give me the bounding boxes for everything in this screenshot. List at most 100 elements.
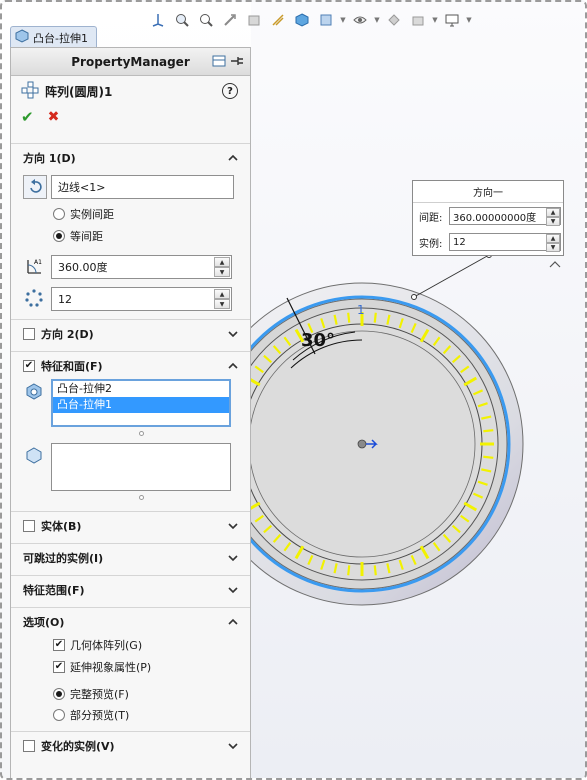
options-label: 选项(O) [23,615,65,629]
tick-mark [483,455,494,459]
geometry-pattern-option[interactable]: ✔ 几何体阵列(G) [53,637,142,653]
bodies-checkbox[interactable] [23,519,35,532]
tab-feature[interactable]: 凸台-拉伸1 [10,26,97,48]
edge-selection-field[interactable]: 边线<1> [51,175,234,199]
tick-mark [483,429,494,433]
monitor-icon[interactable] [442,10,462,30]
expand-chevron-icon[interactable] [226,327,240,341]
callout-spacing-spinner[interactable]: ▲ ▼ [546,208,560,226]
monitor-dropdown-icon[interactable]: ▼ [466,10,472,30]
equal-spacing-option[interactable]: 等间距 [53,228,103,244]
graphics-area[interactable]: 30° 1 [251,2,585,778]
skip-instances-header[interactable]: 可跳过的实例(I) [11,543,250,571]
callout-spacing-input[interactable]: 360.00000000度 ▲ ▼ [449,207,561,226]
cancel-button[interactable]: ✖ [48,109,60,125]
equal-spacing-radio[interactable] [53,230,65,242]
partial-preview-radio[interactable] [53,709,65,721]
angle-spinner[interactable]: ▲ ▼ [214,257,230,277]
callout-leader [413,254,490,298]
dynamic-annotation-icon[interactable] [268,10,288,30]
zoom-area-icon[interactable] [196,10,216,30]
resize-grip-icon[interactable] [139,431,144,436]
svg-text:A1: A1 [34,259,42,266]
features-faces-label: 特征和面(F) [41,359,103,373]
features-faces-section: ✔ 特征和面(F) 凸台-拉伸2 凸台-拉伸1 [11,351,250,513]
hide-show-dropdown-icon[interactable]: ▼ [374,10,380,30]
callout-count-spinner[interactable]: ▲ ▼ [546,234,560,252]
propagate-visual-checkbox[interactable]: ✔ [53,661,65,673]
expand-chevron-icon[interactable] [226,583,240,597]
panel-layout-icon[interactable] [212,54,226,71]
feature-scope-header[interactable]: 特征范围(F) [11,575,250,603]
leader-dot-1 [411,294,417,300]
geometry-pattern-checkbox[interactable]: ✔ [53,639,65,651]
instance-count-value: 12 [58,292,72,306]
callout-spacing-value: 360.00000000度 [453,212,537,224]
property-manager-panel: PropertyManager 阵列(圆周)1 ? ✔ ✖ 方向 1(D) 边线… [10,47,251,778]
view-cube-icon[interactable] [292,10,312,30]
callout-count-input[interactable]: 12 ▲ ▼ [449,233,561,252]
instance-spacing-option[interactable]: 实例间距 [53,206,114,222]
scene-icon[interactable] [408,10,428,30]
full-preview-option[interactable]: 完整预览(F) [53,686,129,702]
features-faces-checkbox[interactable]: ✔ [23,359,35,372]
callout-spacing-row: 间距: 360.00000000度 ▲ ▼ [413,203,563,229]
skip-instances-label: 可跳过的实例(I) [23,551,104,565]
partial-preview-option[interactable]: 部分预览(T) [53,707,129,723]
direction1-header[interactable]: 方向 1(D) [11,143,250,171]
panel-header: PropertyManager [11,48,250,76]
zoom-to-fit-icon[interactable] [172,10,192,30]
collapse-chevron-icon[interactable] [226,359,240,373]
instance-spacing-radio[interactable] [53,208,65,220]
features-list[interactable]: 凸台-拉伸2 凸台-拉伸1 [51,379,231,427]
section-view-icon[interactable] [244,10,264,30]
spin-down-icon: ▼ [546,217,560,226]
propagate-visual-option[interactable]: ✔ 延伸视象属性(P) [53,659,151,675]
direction2-header[interactable]: 方向 2(D) [11,319,250,347]
callout-count-label: 实例: [419,238,443,250]
feature-tab-bar: 凸台-拉伸1 [10,26,97,48]
faces-list[interactable] [51,443,231,491]
instance-count-input[interactable]: 12 ▲ ▼ [51,287,232,311]
expand-chevron-icon[interactable] [226,739,240,753]
help-icon[interactable]: ? [222,83,238,99]
appearance-icon[interactable] [384,10,404,30]
ok-button[interactable]: ✔ [21,108,34,126]
display-style-dropdown-icon[interactable]: ▼ [340,10,346,30]
resize-grip-icon[interactable] [139,495,144,500]
full-preview-radio[interactable] [53,688,65,700]
app-window: 30° 1 ▼ ▼ ▼ ▼ 凸台-拉伸1 PropertyManager 阵列(… [0,0,587,780]
spin-down-icon: ▼ [546,243,560,252]
features-to-pattern-icon [25,383,43,401]
direction2-checkbox[interactable] [23,327,35,340]
panel-title: PropertyManager [71,54,190,69]
display-style-icon[interactable] [316,10,336,30]
varied-instances-header[interactable]: 变化的实例(V) [11,731,250,759]
direction2-label: 方向 2(D) [41,327,94,341]
collapse-chevron-icon[interactable] [226,615,240,629]
count-spinner[interactable]: ▲ ▼ [214,289,230,309]
list-item-selected[interactable]: 凸台-拉伸1 [53,397,229,413]
scene-dropdown-icon[interactable]: ▼ [432,10,438,30]
varied-instances-checkbox[interactable] [23,739,35,752]
bodies-section: 实体(B) [11,511,250,539]
options-header[interactable]: 选项(O) [11,607,250,635]
bodies-header[interactable]: 实体(B) [11,511,250,539]
heads-up-toolbar: ▼ ▼ ▼ ▼ [148,8,472,32]
list-item[interactable]: 凸台-拉伸2 [53,381,229,397]
varied-instances-label: 变化的实例(V) [41,739,115,753]
model-view[interactable]: 30° 1 [251,2,585,778]
angle-input[interactable]: 360.00度 ▲ ▼ [51,255,232,279]
faces-to-pattern-icon [25,447,43,465]
collapse-chevron-icon[interactable] [226,151,240,165]
pin-icon[interactable] [230,54,244,71]
instance-spacing-label: 实例间距 [70,208,114,221]
hide-show-icon[interactable] [350,10,370,30]
features-faces-header[interactable]: ✔ 特征和面(F) [11,351,250,379]
expand-chevron-icon[interactable] [226,551,240,565]
view-orientation-icon[interactable] [148,10,168,30]
previous-view-icon[interactable] [220,10,240,30]
options-section: 选项(O) ✔ 几何体阵列(G) ✔ 延伸视象属性(P) 完整预览(F) 部分预… [11,607,250,731]
reverse-direction-icon[interactable] [23,175,47,199]
expand-chevron-icon[interactable] [226,519,240,533]
